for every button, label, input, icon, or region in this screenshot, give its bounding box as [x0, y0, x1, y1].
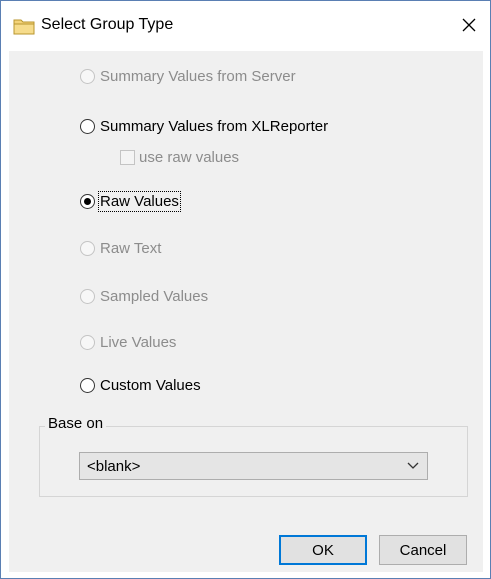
radio-button[interactable]: [80, 193, 95, 209]
base-on-label: Base on: [45, 415, 107, 432]
radio-button[interactable]: [80, 288, 95, 304]
use-raw-values-label: use raw values: [139, 148, 240, 166]
title-bar: Select Group Type: [1, 1, 490, 51]
base-on-dropdown[interactable]: <blank>: [79, 452, 428, 480]
option-label: Summary Values from XLReporter: [100, 117, 329, 135]
radio-button[interactable]: [80, 377, 95, 393]
option-custom-values[interactable]: Custom Values: [80, 374, 201, 396]
dialog-title: Select Group Type: [41, 16, 174, 33]
option-label: Live Values: [100, 333, 177, 351]
option-live-values[interactable]: Live Values: [80, 331, 176, 353]
option-label: Sampled Values: [100, 287, 209, 305]
radio-button[interactable]: [80, 240, 95, 256]
option-raw-values[interactable]: Raw Values: [80, 190, 181, 212]
radio-button[interactable]: [80, 68, 95, 84]
option-label: Summary Values from Server: [100, 67, 296, 85]
option-label: Custom Values: [100, 376, 201, 394]
ok-button[interactable]: OK: [279, 535, 367, 565]
chevron-down-icon: [407, 462, 419, 469]
option-label: Raw Text: [100, 239, 162, 257]
option-label: Raw Values: [98, 190, 181, 212]
option-raw-text[interactable]: Raw Text: [80, 237, 161, 259]
folder-icon: [13, 19, 35, 35]
option-summary-values-from-xlreporter[interactable]: Summary Values from XLReporter: [80, 115, 328, 137]
radio-button[interactable]: [80, 118, 95, 134]
radio-button[interactable]: [80, 334, 95, 350]
option-summary-values-from-server[interactable]: Summary Values from Server: [80, 65, 296, 87]
use-raw-values-checkbox-row[interactable]: use raw values: [120, 146, 239, 168]
cancel-button[interactable]: Cancel: [379, 535, 467, 565]
base-on-selected-value: <blank>: [87, 458, 141, 475]
close-button[interactable]: [452, 7, 486, 43]
close-icon: [462, 18, 476, 32]
option-sampled-values[interactable]: Sampled Values: [80, 285, 208, 307]
use-raw-values-checkbox[interactable]: [120, 149, 135, 165]
select-group-type-dialog: Select Group Type Summary Values from Se…: [0, 0, 491, 579]
